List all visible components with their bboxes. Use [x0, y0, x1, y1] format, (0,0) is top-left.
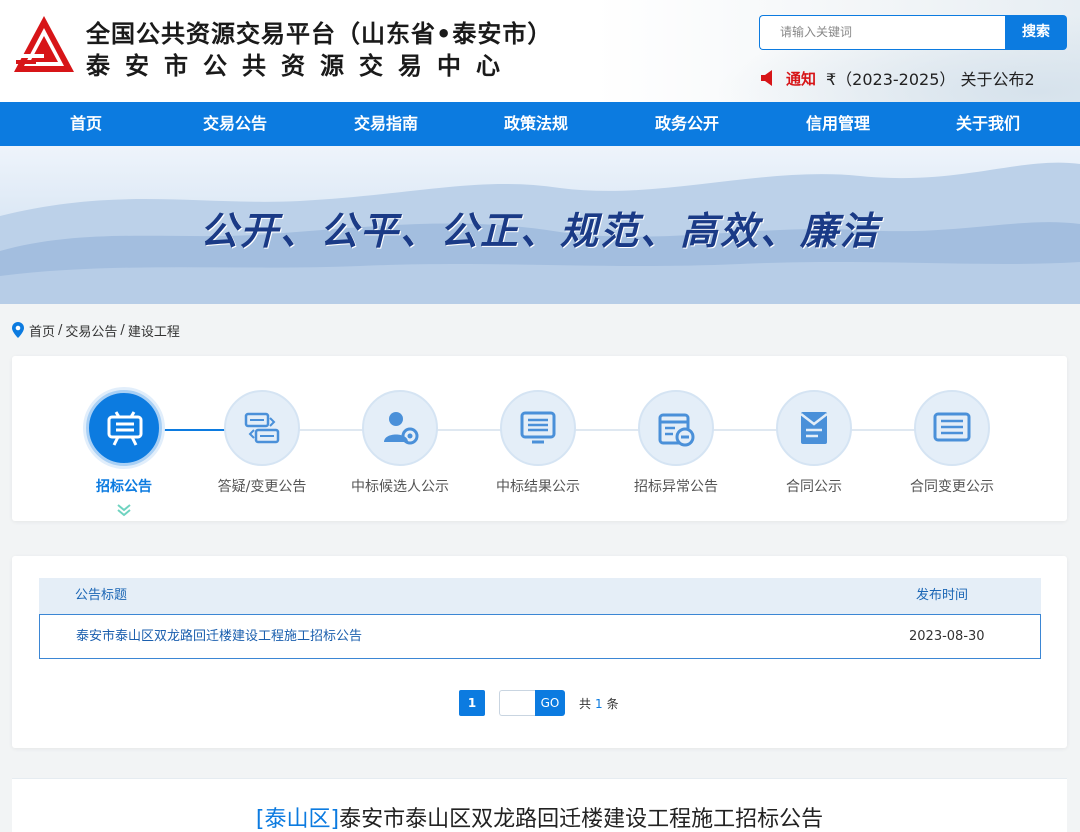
banner-slogan: 公开、公平、公正、规范、高效、廉洁	[199, 208, 880, 253]
notice-tag: 通知	[786, 70, 817, 88]
category-tabs: 招标公告 答疑/变更公告 中标候选人公示 中标结果公示 招标异常公告 合同公示 …	[12, 356, 1067, 521]
tab-candidate-publicity[interactable]: 中标候选人公示	[325, 390, 475, 510]
nav-gov-affairs[interactable]: 政务公开	[655, 102, 719, 146]
notice-text[interactable]: ₹（2023-2025） 关于公布2	[826, 66, 1035, 90]
breadcrumb-trade-notice[interactable]: 交易公告	[65, 321, 117, 340]
nav-trade-notice[interactable]: 交易公告	[203, 102, 267, 146]
page-current-button[interactable]: 1	[459, 690, 485, 716]
tab-label: 合同公示	[786, 479, 842, 495]
page-jump-input[interactable]	[499, 690, 535, 716]
nav-policy[interactable]: 政策法规	[504, 102, 568, 146]
chevron-down-icon	[117, 504, 131, 517]
swap-cards-icon	[244, 412, 280, 444]
column-title-header: 公告标题	[75, 588, 128, 603]
tab-label: 招标公告	[96, 479, 152, 495]
nav-home[interactable]: 首页	[70, 102, 102, 146]
breadcrumb-separator: /	[58, 322, 63, 338]
breadcrumb: 首页 / 交易公告 / 建设工程	[12, 320, 180, 340]
notice-list: 公告标题 发布时间 泰安市泰山区双龙路回迁楼建设工程施工招标公告 2023-08…	[12, 556, 1067, 748]
tab-award-result[interactable]: 中标结果公示	[463, 390, 613, 510]
tab-label: 招标异常公告	[634, 479, 718, 495]
total-suffix: 条	[606, 696, 619, 711]
billboard-icon	[107, 411, 143, 446]
pagination: 1 GO 共1条	[459, 690, 619, 716]
tab-contract-change[interactable]: 合同变更公示	[877, 390, 1027, 510]
speaker-icon	[761, 70, 772, 86]
breadcrumb-home[interactable]: 首页	[29, 321, 55, 340]
nav-about[interactable]: 关于我们	[956, 102, 1020, 146]
article-area-tag: [泰山区]	[255, 807, 340, 832]
tab-label: 中标候选人公示	[351, 479, 449, 495]
tab-contract-publicity[interactable]: 合同公示	[739, 390, 889, 510]
platform-title: 全国公共资源交易平台（山东省•泰安市）	[86, 20, 553, 48]
contract-envelope-icon	[800, 412, 828, 444]
notice-title-link[interactable]: 泰安市泰山区双龙路回迁楼建设工程施工招标公告	[76, 615, 362, 658]
breadcrumb-current: 建设工程	[127, 324, 180, 340]
person-gear-icon	[384, 412, 419, 445]
tab-bid-abnormal[interactable]: 招标异常公告	[601, 390, 751, 510]
column-date-header: 发布时间	[916, 588, 969, 603]
location-pin-icon	[12, 322, 24, 338]
tab-qa-change[interactable]: 答疑/变更公告	[187, 390, 337, 510]
monitor-list-icon	[520, 411, 556, 444]
search-button[interactable]: 搜索	[1005, 15, 1067, 50]
tab-bid-notice[interactable]: 招标公告	[49, 390, 199, 517]
table-header: 公告标题 发布时间	[39, 578, 1041, 614]
tab-label: 答疑/变更公告	[217, 479, 307, 495]
breadcrumb-separator: /	[120, 322, 125, 338]
table-row[interactable]: 泰安市泰山区双龙路回迁楼建设工程施工招标公告 2023-08-30	[39, 614, 1041, 659]
tab-label: 中标结果公示	[496, 479, 580, 495]
total-count: 共1条	[579, 695, 619, 712]
center-title: 泰安市公共资源交易中心	[86, 52, 515, 80]
logo-icon[interactable]	[12, 14, 76, 74]
article-section: [泰山区]泰安市泰山区双龙路回迁楼建设工程施工招标公告	[12, 778, 1067, 832]
article-title: [泰山区]泰安市泰山区双龙路回迁楼建设工程施工招标公告	[12, 801, 1067, 832]
page-go-button[interactable]: GO	[535, 690, 565, 716]
screen-list-icon	[933, 412, 971, 442]
notice-ticker[interactable]: 通知 ₹（2023-2025） 关于公布2	[760, 66, 1080, 90]
notice-date: 2023-08-30	[909, 629, 985, 644]
nav-credit[interactable]: 信用管理	[806, 102, 870, 146]
slogan-banner: 公开、公平、公正、规范、高效、廉洁	[0, 146, 1080, 304]
search-input[interactable]: 请输入关键词	[759, 15, 1007, 50]
total-prefix: 共	[579, 696, 592, 711]
tab-label: 合同变更公示	[910, 479, 994, 495]
calendar-minus-icon	[658, 413, 695, 447]
main-nav: 首页 交易公告 交易指南 政策法规 政务公开 信用管理 关于我们	[0, 102, 1080, 146]
nav-trade-guide[interactable]: 交易指南	[354, 102, 418, 146]
article-title-text: 泰安市泰山区双龙路回迁楼建设工程施工招标公告	[339, 807, 824, 832]
site-header: 全国公共资源交易平台（山东省•泰安市） 泰安市公共资源交易中心 请输入关键词 搜…	[0, 0, 1080, 102]
total-number: 1	[595, 696, 603, 711]
